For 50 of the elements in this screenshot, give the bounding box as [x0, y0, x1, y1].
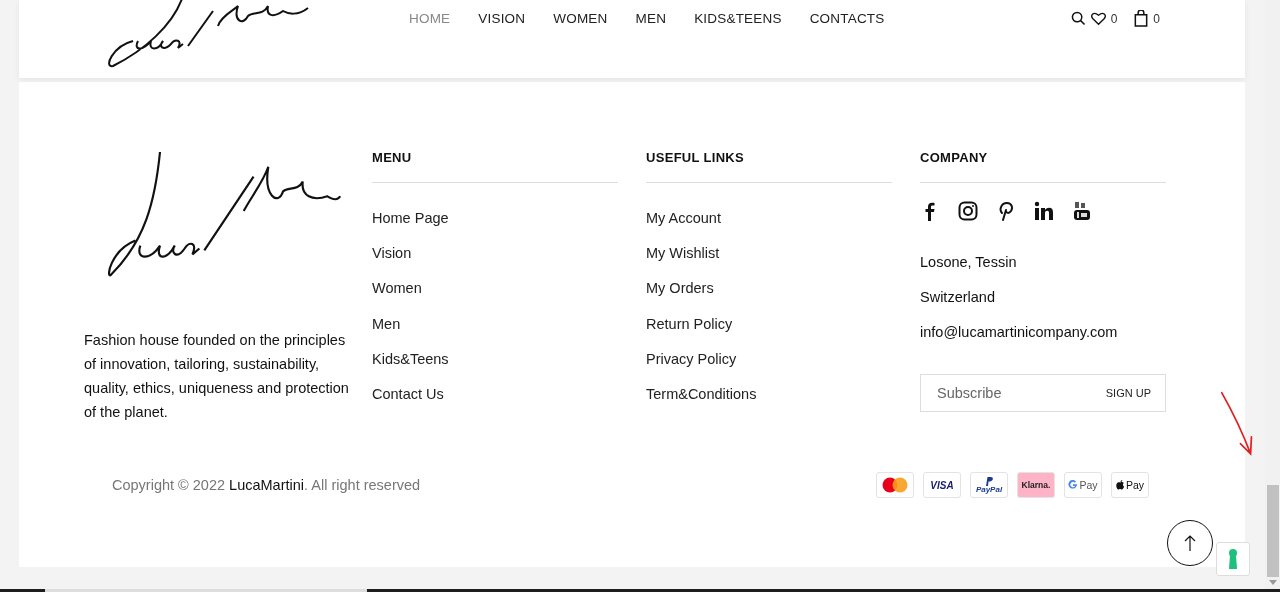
paypal-icon: [985, 476, 993, 486]
nav-link[interactable]: CONTACTS: [809, 11, 885, 26]
footer-link[interactable]: Term&Conditions: [646, 377, 892, 413]
nav-link[interactable]: MEN: [635, 11, 667, 26]
keyhole-icon: [1228, 549, 1238, 569]
scrollbar-thumb[interactable]: [1266, 485, 1279, 577]
back-to-top-button[interactable]: [1167, 520, 1213, 566]
instagram-icon[interactable]: [958, 201, 978, 221]
subscribe-field[interactable]: Subscribe SIGN UP: [920, 374, 1166, 412]
shopping-bag-icon[interactable]: [1134, 10, 1149, 27]
column-title: USEFUL LINKS: [646, 148, 892, 183]
address-line: info@lucamartinicompany.com: [920, 323, 1119, 342]
payment-badge: Pay: [1111, 472, 1149, 498]
column-title: MENU: [372, 148, 618, 183]
apple-icon: [1115, 480, 1125, 490]
footer-link[interactable]: Kids&Teens: [372, 341, 618, 377]
payment-badge: PayPal: [970, 472, 1008, 498]
footer-link[interactable]: Home Page: [372, 201, 618, 237]
payment-badge: VISA: [923, 472, 961, 498]
heart-icon[interactable]: [1090, 11, 1106, 26]
payment-badge: Pay: [1064, 472, 1102, 498]
address-line: Losone, Tessin: [920, 253, 1018, 272]
footer-link[interactable]: Return Policy: [646, 306, 892, 342]
about-text: Fashion house founded on the principles of innovation, tailoring, sustainability, quality, ethics, uniqueness and protection of the planet.: [84, 331, 350, 422]
google-g-icon: [1068, 480, 1079, 490]
footer-link[interactable]: Contact Us: [372, 377, 618, 413]
footer-link[interactable]: Vision: [372, 236, 618, 272]
search-icon[interactable]: [1070, 11, 1086, 26]
nav-link[interactable]: HOME: [409, 11, 451, 26]
nav-link[interactable]: VISION: [478, 11, 526, 26]
cart-count: 0: [1153, 11, 1160, 26]
copyright-text: Copyright © 2022 LucaMartini. All right reserved: [112, 477, 421, 493]
arrow-up-icon: [1183, 534, 1197, 552]
column-title: COMPANY: [920, 148, 1166, 183]
nav-link[interactable]: KIDS&TEENS: [694, 11, 782, 26]
linkedin-icon[interactable]: [1034, 201, 1054, 221]
footer-link[interactable]: My Wishlist: [646, 236, 892, 272]
wishlist-count: 0: [1110, 11, 1118, 26]
footer-link[interactable]: Women: [372, 271, 618, 307]
address-line: Switzerland: [920, 288, 996, 307]
payment-badge: Klarna.: [1017, 472, 1055, 498]
brand-link[interactable]: LucaMartini: [229, 477, 305, 493]
sign-up-button[interactable]: SIGN UP: [1105, 387, 1151, 399]
footer-link[interactable]: My Orders: [646, 271, 892, 307]
footer-link[interactable]: My Account: [646, 201, 892, 237]
mastercard-icon: [882, 477, 908, 493]
footer-link[interactable]: Privacy Policy: [646, 341, 892, 377]
footer-link[interactable]: Men: [372, 306, 618, 342]
youtube-icon[interactable]: [1072, 201, 1092, 221]
nav-link[interactable]: WOMEN: [553, 11, 608, 26]
